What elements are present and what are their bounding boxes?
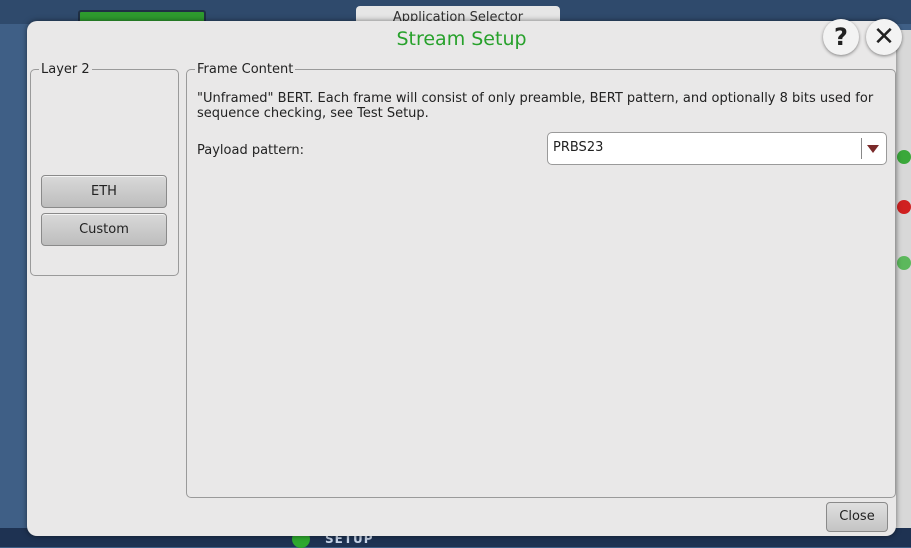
payload-pattern-select[interactable]: PRBS23 [547, 132, 887, 165]
layer2-legend: Layer 2 [41, 62, 90, 77]
stream-setup-dialog: Stream Setup ? ✕ Layer 2 ETH Custom Fram… [27, 19, 902, 536]
frame-content-legend: Frame Content [197, 62, 294, 77]
chevron-down-icon[interactable] [867, 145, 879, 153]
dialog-title: Stream Setup [396, 28, 527, 50]
frame-description: "Unframed" BERT. Each frame will consist… [197, 91, 874, 121]
layer2-group: Layer 2 ETH Custom [30, 62, 179, 276]
payload-pattern-label: Payload pattern: [197, 143, 304, 158]
close-button[interactable]: Close [826, 502, 888, 532]
background-green-indicator [897, 150, 911, 164]
select-separator [861, 138, 862, 159]
custom-button[interactable]: Custom [41, 213, 167, 246]
help-button[interactable]: ? [823, 19, 859, 55]
payload-pattern-value: PRBS23 [553, 140, 604, 155]
eth-button[interactable]: ETH [41, 175, 167, 208]
background-red-indicator [897, 200, 911, 214]
close-icon[interactable]: ✕ [866, 19, 902, 55]
background-green-indicator-2 [897, 256, 911, 270]
frame-content-group: Frame Content "Unframed" BERT. Each fram… [186, 62, 896, 498]
